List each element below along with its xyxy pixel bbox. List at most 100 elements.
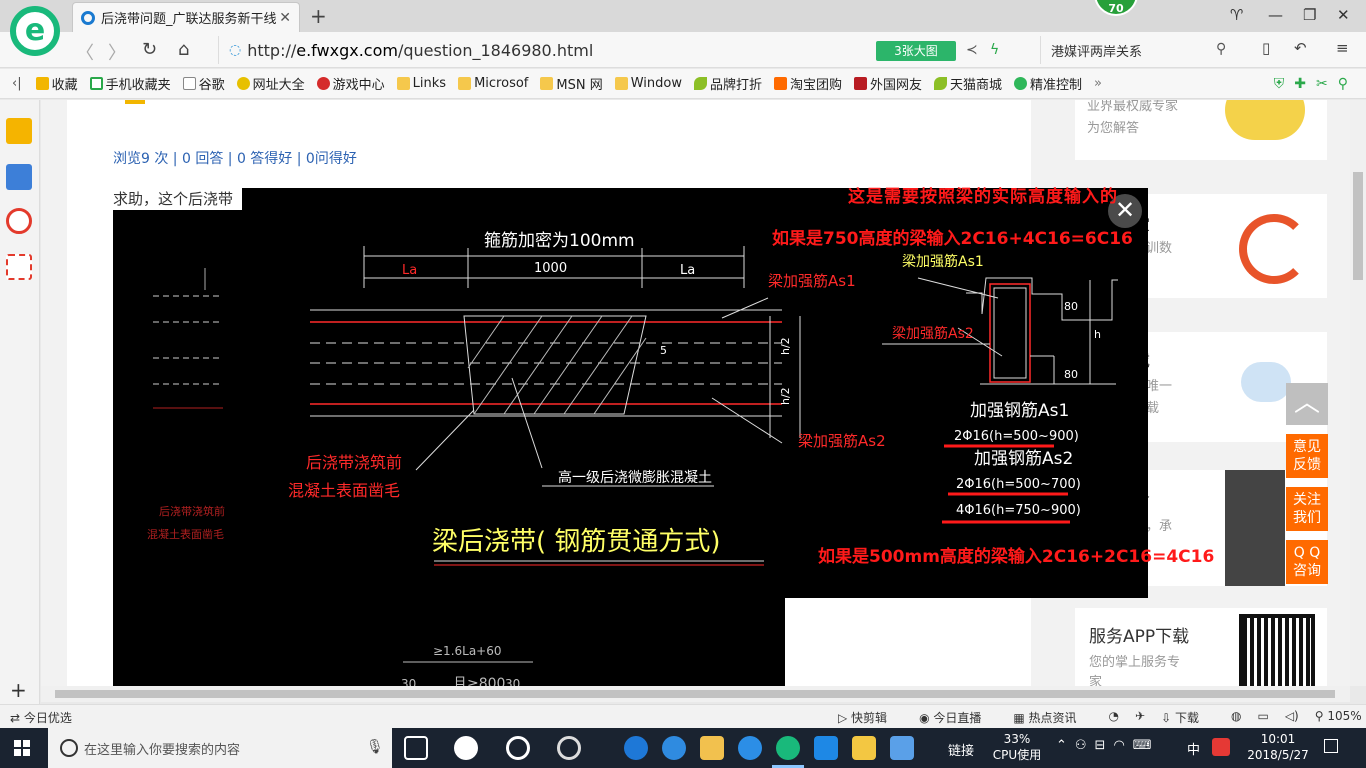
leaf-icon: [934, 77, 948, 90]
vertical-scrollbar[interactable]: [1350, 100, 1366, 686]
concrete-note: 高一级后浇微膨胀混凝土: [558, 469, 712, 486]
bookmark-brand-sale[interactable]: 品牌打折: [693, 74, 762, 93]
live-button[interactable]: ◉ 今日直播: [919, 709, 997, 726]
plus-app-icon[interactable]: [814, 736, 838, 760]
more-bookmarks-icon[interactable]: »: [1094, 76, 1102, 91]
back-button[interactable]: 〈: [76, 39, 94, 65]
zoom-level[interactable]: ⚲ 105%: [1315, 709, 1366, 726]
accelerate-icon[interactable]: ϟ: [990, 42, 999, 58]
image-lightbox[interactable]: 箍筋加密为100mm La 1000 La 梁加强筋As1 梁加强筋As2 h/…: [242, 188, 1148, 598]
ie-icon[interactable]: ◍: [1231, 709, 1241, 726]
screenshot-app-icon[interactable]: [890, 736, 914, 760]
add-panel-icon[interactable]: +: [10, 678, 27, 702]
score-badge[interactable]: 70: [1094, 0, 1138, 16]
dim-la-left: La: [402, 263, 417, 278]
qq-consult-button[interactable]: Q Q 咨询: [1286, 540, 1328, 584]
bookmark-links[interactable]: Links: [396, 76, 446, 91]
forward-button[interactable]: 〉: [108, 39, 126, 65]
chrome-like-icon[interactable]: [557, 736, 581, 760]
device-icon[interactable]: ▯: [1262, 39, 1270, 57]
bookmark-microsoft[interactable]: Microsof: [458, 76, 528, 91]
file-explorer-icon[interactable]: [700, 736, 724, 760]
window-icon[interactable]: ▭: [1257, 709, 1268, 726]
weibo-icon[interactable]: [6, 208, 32, 234]
menu-icon[interactable]: ≡: [1336, 39, 1349, 57]
search-icon[interactable]: ⚲: [1216, 41, 1226, 57]
bookmarks-bar: ‹| 收藏 手机收藏夹 谷歌 网址大全 游戏中心 Links Microsof …: [0, 69, 1366, 99]
internet-explorer-icon[interactable]: [662, 736, 686, 760]
daily-picks-link[interactable]: ⇄ 今日优选: [10, 709, 72, 726]
cpu-usage[interactable]: 33% CPU使用: [990, 731, 1044, 763]
glodon-icon[interactable]: [738, 736, 762, 760]
quick-cut-button[interactable]: ▷ 快剪辑: [838, 709, 903, 726]
browser-logo-icon[interactable]: e: [10, 6, 60, 56]
notification-center-icon[interactable]: [1324, 739, 1338, 753]
bookmark-taobao[interactable]: 淘宝团购: [773, 74, 842, 93]
fan-app-icon[interactable]: [454, 736, 478, 760]
share-icon[interactable]: ≺: [966, 42, 978, 58]
sogou-icon[interactable]: [1212, 738, 1230, 756]
vertical-scroll-thumb[interactable]: [1353, 172, 1363, 280]
mail-icon[interactable]: [6, 254, 32, 280]
undo-icon[interactable]: ↶: [1294, 39, 1307, 57]
news-button[interactable]: ▦ 热点资讯: [1013, 709, 1092, 726]
url-text[interactable]: http://e.fwxgx.com/question_1846980.html: [247, 41, 593, 60]
bookmark-favorites[interactable]: 收藏: [35, 74, 78, 93]
tab-question[interactable]: 后浇带问题_广联达服务新干线 ✕: [72, 2, 300, 32]
clock[interactable]: 10:01 2018/5/27: [1244, 731, 1312, 763]
big-picture-button[interactable]: 3张大图: [876, 41, 956, 61]
search-input[interactable]: 港媒评两岸关系: [1040, 36, 1240, 64]
reader-icon[interactable]: [6, 164, 32, 190]
side-panel: +: [0, 100, 40, 706]
app-download-title: 服务APP下载: [1089, 627, 1190, 647]
maximize-button[interactable]: ❐: [1303, 6, 1316, 24]
bookmark-windows[interactable]: Window: [614, 76, 682, 91]
start-button[interactable]: [14, 740, 30, 756]
follow-us-button[interactable]: 关注 我们: [1286, 487, 1328, 531]
bookmark-tmall[interactable]: 天猫商城: [934, 74, 1002, 93]
task-view-icon[interactable]: [404, 736, 428, 760]
page-info-icon[interactable]: ◌: [229, 42, 241, 58]
edge-icon[interactable]: [624, 736, 648, 760]
favorites-star-icon[interactable]: [6, 118, 32, 144]
bookmark-google[interactable]: 谷歌: [182, 74, 225, 93]
input-method-indicator[interactable]: 中: [1187, 739, 1200, 758]
annotation-line-3: 如果是500mm高度的梁输入2C16+2C16=4C16: [818, 547, 1215, 567]
star-icon: [35, 77, 49, 90]
expert-sub-1: 业界最权威专家: [1087, 100, 1179, 114]
bookmark-directory[interactable]: 网址大全: [236, 74, 305, 93]
skin-icon[interactable]: ♈: [1230, 6, 1243, 24]
app-download-card[interactable]: 服务APP下载 您的掌上服务专 家: [1075, 608, 1327, 686]
tab-close-icon[interactable]: ✕: [279, 10, 291, 26]
speed-icon[interactable]: ◔: [1109, 709, 1119, 726]
download-button[interactable]: ⇩ 下载: [1161, 709, 1215, 726]
bookmark-msn[interactable]: MSN 网: [540, 74, 603, 93]
feedback-button[interactable]: 意见 反馈: [1286, 434, 1328, 478]
ie-browser-icon[interactable]: [506, 736, 530, 760]
horizontal-scrollbar[interactable]: [41, 686, 1350, 702]
bookmark-mobile[interactable]: 手机收藏夹: [89, 74, 171, 93]
links-toolbar[interactable]: 链接: [948, 740, 974, 759]
section-as1-label: 梁加强筋As1: [902, 253, 984, 270]
sidebar-toggle-icon[interactable]: ‹|: [12, 76, 22, 91]
home-button[interactable]: ⌂: [178, 39, 189, 60]
2345-browser-icon[interactable]: [776, 736, 800, 760]
bookmark-games[interactable]: 游戏中心: [316, 74, 385, 93]
bookmark-precise[interactable]: 精准控制: [1014, 74, 1082, 93]
pin-icon[interactable]: ✈: [1135, 709, 1145, 726]
expert-card[interactable]: 业界最权威专家 为您解答: [1075, 100, 1327, 160]
wechat-icon: [1014, 77, 1028, 90]
minimize-button[interactable]: —: [1268, 6, 1283, 24]
window-close-button[interactable]: ✕: [1337, 6, 1350, 24]
reload-button[interactable]: ↻: [142, 39, 157, 60]
microphone-icon[interactable]: 🎙︎: [366, 739, 384, 755]
toolbar-extensions[interactable]: ⛨✚✂⚲: [1274, 76, 1358, 92]
bookmark-foreign[interactable]: 外国网友: [854, 74, 922, 93]
notes-app-icon[interactable]: [852, 736, 876, 760]
horizontal-scroll-thumb[interactable]: [55, 690, 1335, 698]
system-tray-icons[interactable]: ⌃⚇⊟◠⌨: [1056, 738, 1160, 753]
new-tab-button[interactable]: +: [310, 4, 327, 28]
mute-icon[interactable]: ◁): [1285, 709, 1299, 726]
back-to-top-button[interactable]: ︿: [1286, 383, 1328, 425]
windows-search-input[interactable]: 在这里输入你要搜索的内容: [48, 728, 392, 768]
